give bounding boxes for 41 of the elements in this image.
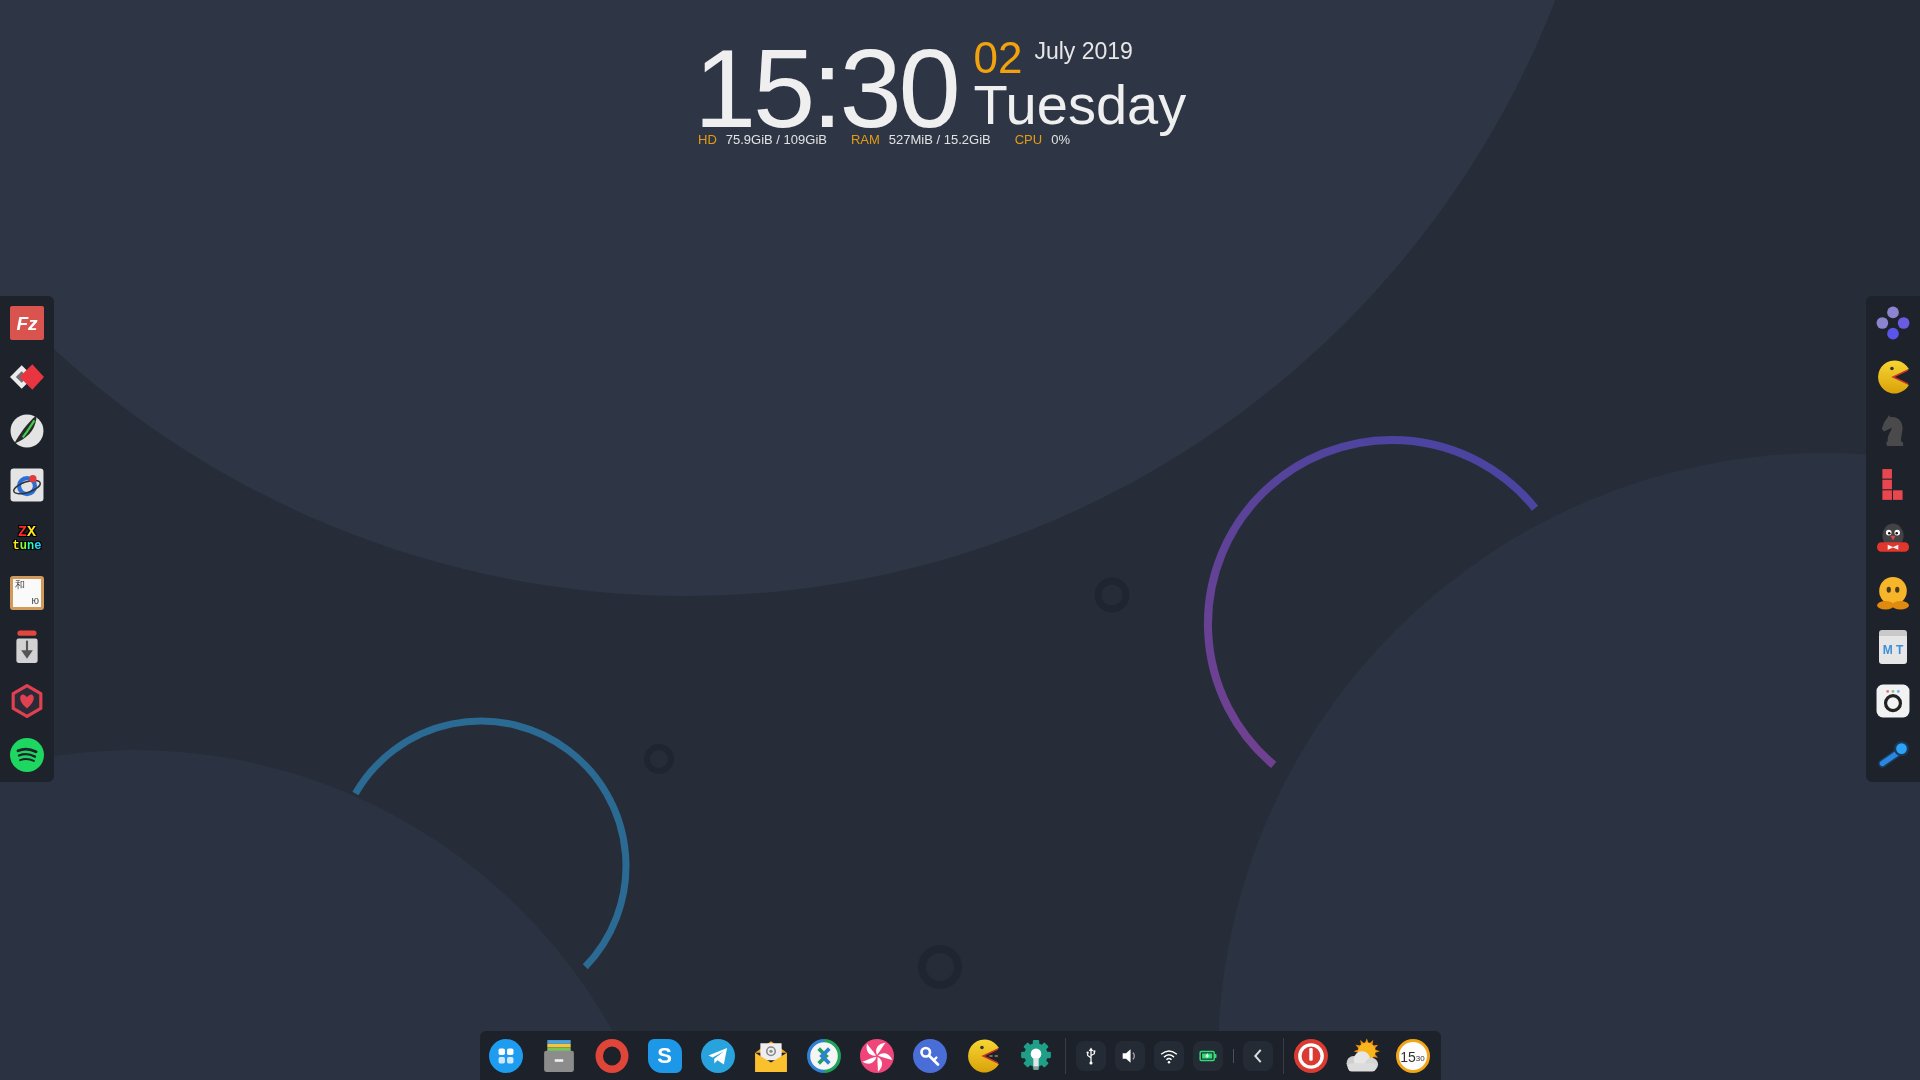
letter-tile-button[interactable]: Fz xyxy=(10,306,44,340)
expand-button[interactable] xyxy=(1242,1040,1273,1071)
blocks-icon[interactable] xyxy=(1881,468,1905,502)
pixel-logo-button[interactable]: ZX tune xyxy=(9,522,45,556)
app-grid-icon[interactable] xyxy=(488,1038,523,1073)
dots-icon[interactable] xyxy=(1876,306,1910,340)
stat-label: RAM xyxy=(850,133,880,147)
tray-button[interactable] xyxy=(1153,1040,1184,1071)
clock-month-year: July 2019 xyxy=(1034,40,1133,63)
chevron-left-icon xyxy=(1252,1048,1263,1063)
crossed-chevrons-icon[interactable] xyxy=(806,1038,841,1073)
tray-button[interactable] xyxy=(1075,1040,1106,1071)
tray-button[interactable] xyxy=(1192,1040,1223,1071)
stat-label: CPU xyxy=(1014,133,1043,147)
clock-button[interactable]: 1530 xyxy=(1395,1038,1430,1073)
camera-icon[interactable] xyxy=(1876,684,1910,718)
pinwheel-icon[interactable] xyxy=(859,1038,894,1073)
power-icon[interactable] xyxy=(1293,1038,1328,1073)
waves-icon[interactable] xyxy=(10,738,44,772)
tray-button[interactable] xyxy=(1114,1040,1145,1071)
diamond-icon[interactable] xyxy=(10,363,44,391)
stat-label: HD xyxy=(698,133,717,147)
stat-value: 527MiB / 15.2GiB xyxy=(888,133,991,147)
paper-plane-icon[interactable] xyxy=(700,1038,735,1073)
ring-icon[interactable] xyxy=(594,1038,629,1073)
gear-bulb-icon[interactable] xyxy=(1018,1038,1053,1073)
pacman-icon[interactable] xyxy=(965,1038,1000,1073)
heart-icon[interactable] xyxy=(10,684,44,718)
envelope-icon[interactable] xyxy=(753,1038,788,1073)
feather-icon[interactable] xyxy=(10,414,44,448)
clock-day: 02 xyxy=(973,36,1023,80)
blob-icon[interactable] xyxy=(1876,576,1910,610)
character-tile-button[interactable]: 和 ю xyxy=(10,576,44,610)
linkage-icon[interactable] xyxy=(1876,740,1910,770)
clock-time: 15:30 xyxy=(694,48,958,130)
file-drawer-icon[interactable] xyxy=(541,1038,576,1073)
stat-value: 75.9GiB / 109GiB xyxy=(725,133,827,147)
pacman-icon[interactable] xyxy=(1876,360,1910,394)
stat-value: 0% xyxy=(1051,133,1070,147)
key-icon[interactable] xyxy=(912,1038,947,1073)
orbit-icon[interactable] xyxy=(10,468,44,502)
